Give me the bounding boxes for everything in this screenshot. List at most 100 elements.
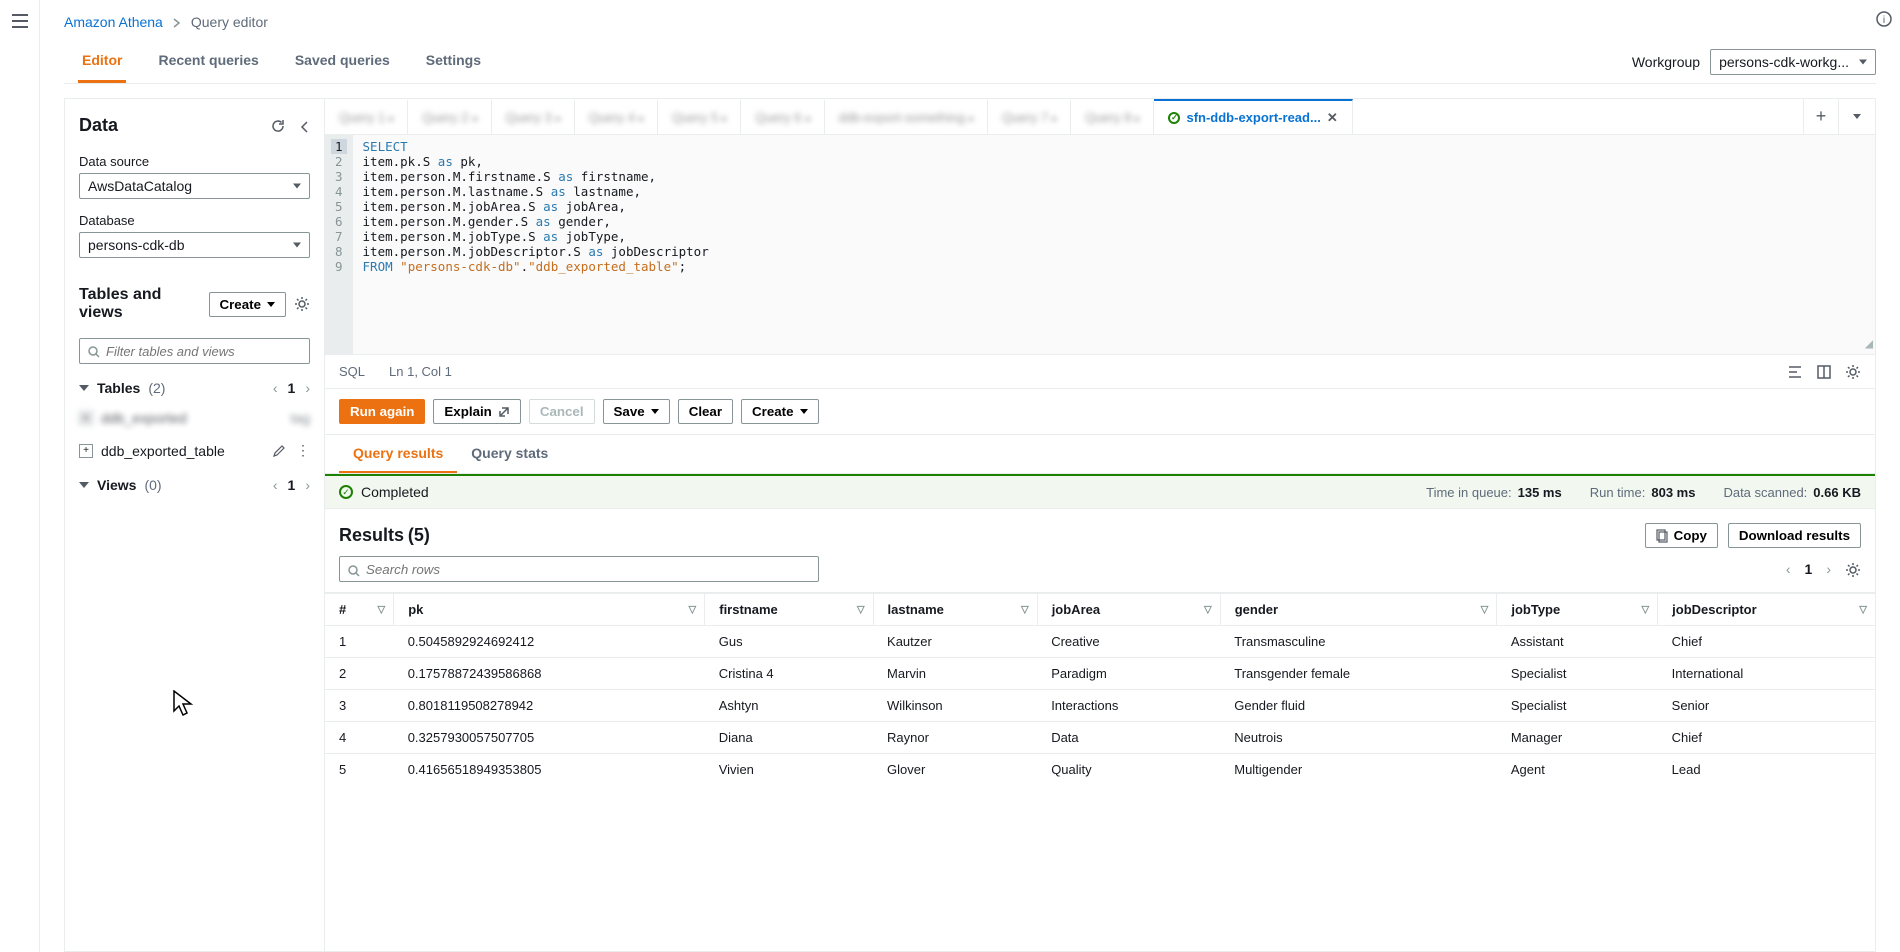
- database-value: persons-cdk-db: [88, 237, 185, 253]
- results-search-wrapper[interactable]: [339, 556, 819, 582]
- file-tab-blurred[interactable]: Query 2: [408, 99, 491, 134]
- results-search-input[interactable]: [366, 562, 810, 577]
- create-table-button[interactable]: Create: [209, 292, 287, 317]
- column-header[interactable]: jobType▽: [1497, 594, 1658, 626]
- clear-button[interactable]: Clear: [678, 399, 733, 424]
- table-label: ddb_exported_table: [101, 443, 225, 459]
- table-cell: Glover: [873, 754, 1037, 786]
- sort-icon[interactable]: ▽: [1204, 604, 1212, 615]
- tables-prev[interactable]: ‹: [273, 380, 278, 396]
- collapse-icon[interactable]: [300, 117, 310, 133]
- column-header[interactable]: jobArea▽: [1037, 594, 1220, 626]
- tables-views-title: Tables and views: [79, 286, 209, 322]
- column-header[interactable]: lastname▽: [873, 594, 1037, 626]
- save-label: Save: [614, 404, 645, 419]
- table-cell: Paradigm: [1037, 658, 1220, 690]
- sort-icon[interactable]: ▽: [857, 604, 865, 615]
- tab-settings[interactable]: Settings: [422, 40, 485, 83]
- table-cell: Senior: [1658, 690, 1875, 722]
- sort-icon[interactable]: ▽: [1021, 604, 1029, 615]
- breadcrumb-service[interactable]: Amazon Athena: [64, 14, 163, 30]
- views-next[interactable]: ›: [305, 477, 310, 493]
- tables-toggle[interactable]: [79, 385, 89, 391]
- editor-settings-icon[interactable]: [1845, 363, 1861, 380]
- file-tab-blurred[interactable]: Query 1: [325, 99, 408, 134]
- download-label: Download results: [1739, 528, 1850, 543]
- table-cell: Assistant: [1497, 626, 1658, 658]
- menu-icon[interactable]: [8, 10, 32, 32]
- file-tab-blurred[interactable]: Query 4: [575, 99, 658, 134]
- results-settings-icon[interactable]: [1845, 561, 1861, 578]
- results-next[interactable]: ›: [1826, 561, 1831, 577]
- close-icon[interactable]: ✕: [1327, 110, 1338, 126]
- resize-handle[interactable]: ◢: [1865, 336, 1873, 352]
- file-tab-active[interactable]: sfn-ddb-export-read... ✕: [1154, 99, 1352, 134]
- workgroup-select[interactable]: persons-cdk-workg...: [1710, 49, 1876, 75]
- views-toggle[interactable]: [79, 482, 89, 488]
- file-tab-blurred[interactable]: Query 3: [492, 99, 575, 134]
- result-tab-results[interactable]: Query results: [339, 435, 457, 473]
- save-button[interactable]: Save: [603, 399, 670, 424]
- column-header[interactable]: firstname▽: [705, 594, 873, 626]
- column-header[interactable]: #▽: [325, 594, 394, 626]
- database-select[interactable]: persons-cdk-db: [79, 232, 310, 258]
- column-header[interactable]: gender▽: [1220, 594, 1497, 626]
- refresh-icon[interactable]: [270, 117, 286, 134]
- table-expand-icon[interactable]: +: [79, 444, 93, 458]
- edit-icon[interactable]: [272, 442, 286, 459]
- datasource-select[interactable]: AwsDataCatalog: [79, 173, 310, 199]
- result-tab-stats[interactable]: Query stats: [457, 435, 562, 473]
- table-cell: Marvin: [873, 658, 1037, 690]
- table-cell: Specialist: [1497, 690, 1658, 722]
- column-header[interactable]: jobDescriptor▽: [1658, 594, 1875, 626]
- status-ok-icon: [339, 485, 353, 499]
- table-cell: 4: [325, 722, 394, 754]
- results-prev[interactable]: ‹: [1786, 561, 1791, 577]
- sort-icon[interactable]: ▽: [689, 604, 697, 615]
- views-prev[interactable]: ‹: [273, 477, 278, 493]
- code-editor[interactable]: 123456789 SELECTitem.pk.S as pk,item.per…: [325, 135, 1875, 355]
- explain-button[interactable]: Explain: [433, 399, 520, 424]
- file-tab-blurred[interactable]: Query 8: [1071, 99, 1154, 134]
- tables-next[interactable]: ›: [305, 380, 310, 396]
- tab-editor[interactable]: Editor: [78, 40, 126, 83]
- search-icon: [88, 343, 100, 359]
- scanned-value: 0.66 KB: [1813, 485, 1861, 500]
- table-item[interactable]: + ddb_exported_table ⋮: [65, 434, 324, 467]
- filter-tables-input[interactable]: [106, 344, 301, 359]
- sort-icon[interactable]: ▽: [378, 604, 386, 615]
- tab-saved[interactable]: Saved queries: [291, 40, 394, 83]
- status-text: Completed: [361, 484, 429, 500]
- add-tab-button[interactable]: +: [1803, 99, 1839, 134]
- table-cell: International: [1658, 658, 1875, 690]
- table-cell: Neutrois: [1220, 722, 1497, 754]
- sort-icon[interactable]: ▽: [1481, 604, 1489, 615]
- download-button[interactable]: Download results: [1728, 523, 1861, 548]
- table-cell: Diana: [705, 722, 873, 754]
- format-icon[interactable]: [1787, 363, 1803, 380]
- file-tab-blurred[interactable]: Query 5: [658, 99, 741, 134]
- file-tab-blurred[interactable]: Query 6: [741, 99, 824, 134]
- sort-icon[interactable]: ▽: [1641, 604, 1649, 615]
- table-label: ddb_exported: [101, 410, 187, 426]
- sort-icon[interactable]: ▽: [1859, 604, 1867, 615]
- settings-icon[interactable]: [294, 295, 310, 313]
- caret-down-icon: [267, 302, 275, 307]
- file-tab-blurred[interactable]: Query 7: [988, 99, 1071, 134]
- datasource-label: Data source: [79, 154, 310, 169]
- results-page: 1: [1805, 561, 1813, 577]
- filter-tables-input-wrapper[interactable]: [79, 338, 310, 364]
- create-query-button[interactable]: Create: [741, 399, 819, 424]
- caret-down-icon: [651, 409, 659, 414]
- table-item-blurred[interactable]: ⊞ ddb_exported tag: [65, 402, 324, 434]
- file-tab-blurred[interactable]: ddb-export-something: [825, 99, 988, 134]
- queue-value: 135 ms: [1518, 485, 1562, 500]
- column-header[interactable]: pk▽: [394, 594, 705, 626]
- copy-button[interactable]: Copy: [1645, 523, 1718, 548]
- more-icon[interactable]: ⋮: [296, 442, 310, 459]
- layout-icon[interactable]: [1817, 363, 1831, 380]
- run-button[interactable]: Run again: [339, 399, 425, 424]
- tab-recent[interactable]: Recent queries: [154, 40, 262, 83]
- tabs-more-button[interactable]: [1839, 99, 1875, 134]
- cancel-label: Cancel: [540, 404, 584, 419]
